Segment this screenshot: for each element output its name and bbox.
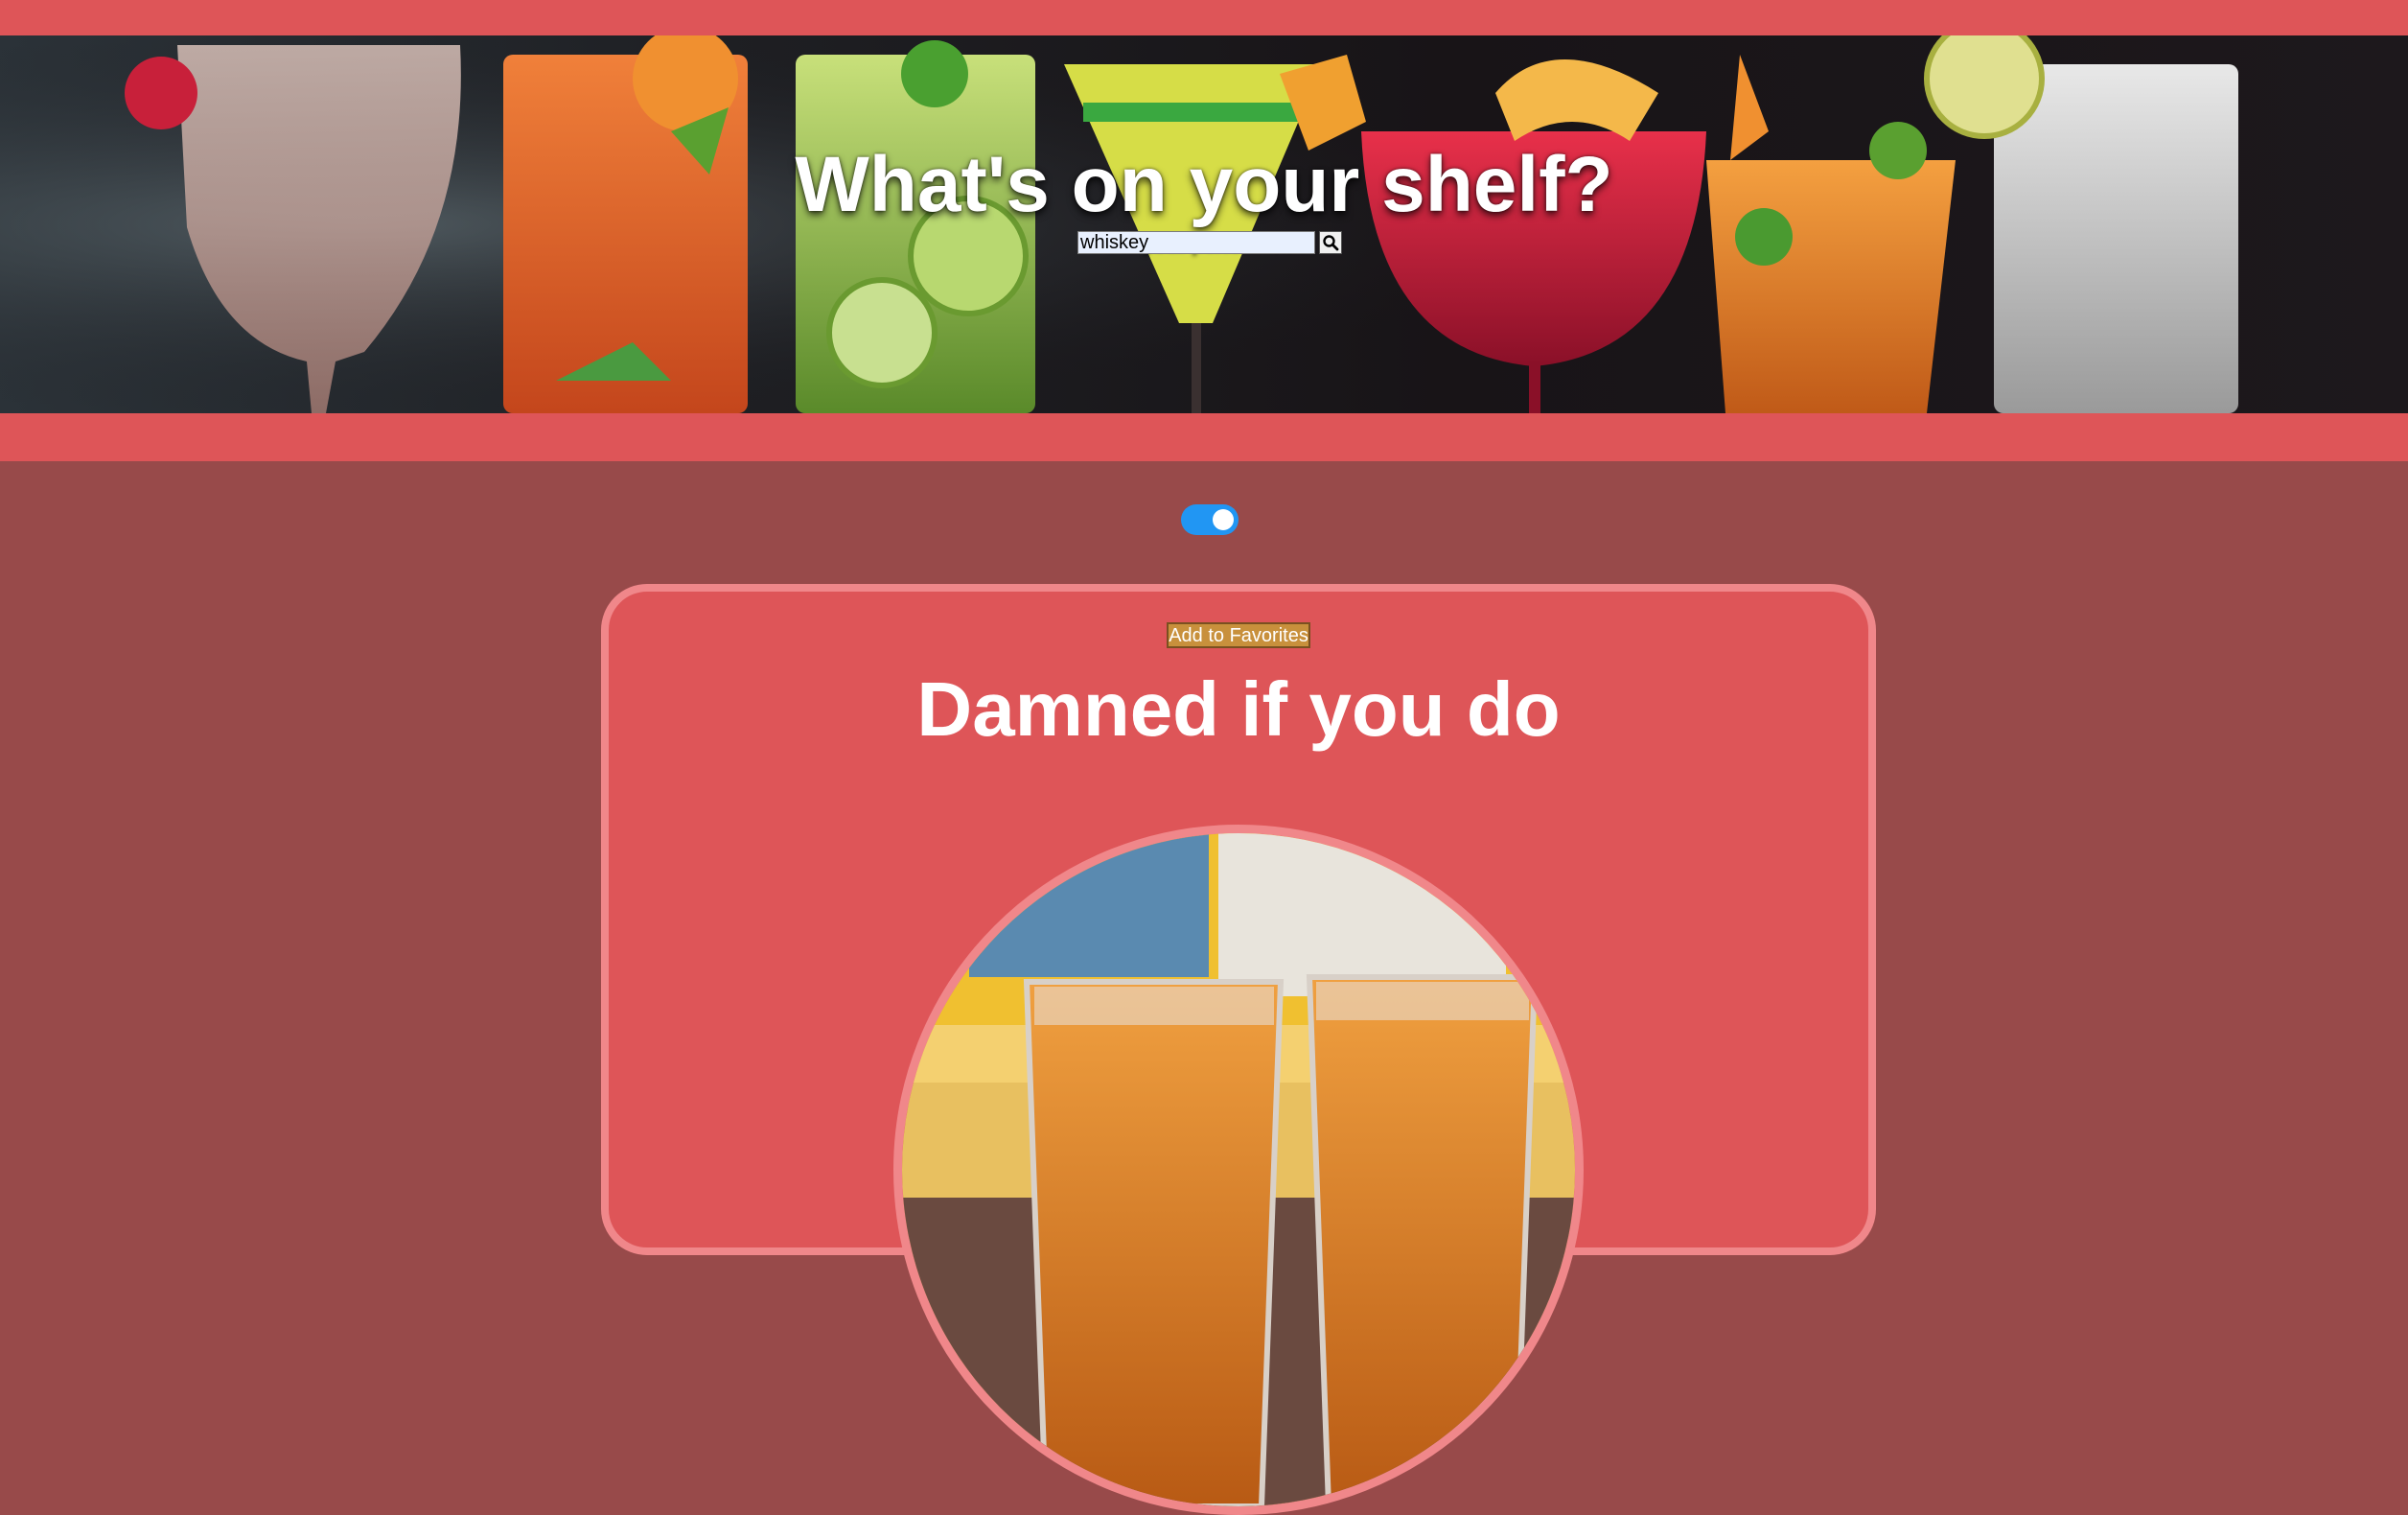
bottom-banner-strip [0, 413, 2408, 461]
toggle-knob [1213, 509, 1234, 530]
search-bar [1077, 230, 1342, 255]
drink-name: Damned if you do [916, 666, 1561, 752]
add-to-favorites-button[interactable]: Add to Favorites [1167, 622, 1310, 648]
search-input[interactable] [1077, 231, 1315, 254]
page-title: What's on your shelf? [795, 141, 1613, 228]
hero-overlay: What's on your shelf? Find your perfect … [0, 35, 2408, 413]
drink-photo-image [902, 833, 1575, 1506]
theme-toggle-switch[interactable] [1181, 504, 1239, 535]
drink-photo [893, 825, 1584, 1515]
top-banner-strip [0, 0, 2408, 35]
search-button[interactable] [1319, 231, 1342, 254]
search-icon [1323, 235, 1339, 251]
